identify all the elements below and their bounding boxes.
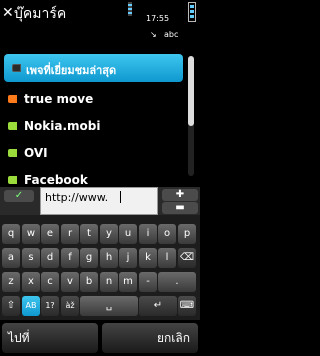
- key-s[interactable]: s: [22, 248, 40, 268]
- key-period[interactable]: .: [158, 272, 196, 292]
- input-mode-label: abc: [164, 30, 179, 39]
- ok-key[interactable]: ✓: [4, 190, 34, 202]
- key-v[interactable]: v: [61, 272, 79, 292]
- close-icon[interactable]: ✕: [2, 6, 14, 20]
- key-a[interactable]: a: [2, 248, 20, 268]
- key-h[interactable]: h: [100, 248, 118, 268]
- bookmark-icon: [8, 176, 17, 184]
- key-q[interactable]: q: [2, 224, 20, 244]
- virtual-keyboard: ✓ http://www. ✚ ▬ q w e r t y u i o p a …: [0, 187, 200, 320]
- url-field[interactable]: http://www.: [40, 187, 158, 215]
- enter-key[interactable]: ↵: [139, 296, 177, 316]
- list-item[interactable]: true move: [0, 85, 185, 113]
- key-o[interactable]: o: [158, 224, 176, 244]
- key-d[interactable]: d: [41, 248, 59, 268]
- bookmark-icon: [8, 122, 17, 130]
- go-to-button[interactable]: ไปที่: [2, 323, 98, 353]
- title-bar: ✕ บุ๊คมาร์ค 17:55 ↘ abc: [0, 0, 200, 44]
- key-k[interactable]: k: [139, 248, 157, 268]
- battery-icon: [188, 2, 196, 22]
- key-y[interactable]: y: [100, 224, 118, 244]
- key-n[interactable]: n: [100, 272, 118, 292]
- list-item-label: เพจที่เยี่ยมชมล่าสุด: [26, 64, 117, 77]
- list-item-label: OVI: [24, 146, 48, 160]
- scroll-thumb[interactable]: [188, 56, 194, 126]
- page-title: บุ๊คมาร์ค: [14, 6, 67, 22]
- key-b[interactable]: b: [80, 272, 98, 292]
- key-row-3: z x c v b n m - .: [2, 272, 198, 294]
- key-x[interactable]: x: [22, 272, 40, 292]
- plus-key[interactable]: ✚: [162, 189, 198, 201]
- input-row: ✓ http://www. ✚ ▬: [0, 187, 200, 215]
- key-l[interactable]: l: [158, 248, 176, 268]
- key-g[interactable]: g: [80, 248, 98, 268]
- key-row-4: ⇧ AB 1? àž ␣ ↵ ⌨: [2, 296, 198, 318]
- key-i[interactable]: i: [139, 224, 157, 244]
- scrollbar[interactable]: [188, 56, 194, 176]
- keyboard-toggle-key[interactable]: ⌨: [178, 296, 196, 316]
- key-f[interactable]: f: [61, 248, 79, 268]
- space-key[interactable]: ␣: [80, 296, 138, 316]
- key-r[interactable]: r: [61, 224, 79, 244]
- list-item-label: Facebook: [24, 173, 88, 187]
- url-text: http://www.: [45, 191, 109, 204]
- list-item[interactable]: OVI: [0, 139, 185, 167]
- backspace-key[interactable]: ⌫: [178, 248, 196, 268]
- key-z[interactable]: z: [2, 272, 20, 292]
- key-j[interactable]: j: [119, 248, 137, 268]
- list-item[interactable]: Facebook: [0, 166, 185, 187]
- key-m[interactable]: m: [119, 272, 137, 292]
- key-dash[interactable]: -: [139, 272, 157, 292]
- cancel-button[interactable]: ยกเลิก: [102, 323, 198, 353]
- list-item[interactable]: Nokia.mobi: [0, 112, 185, 140]
- signal-strength-icon: [128, 2, 132, 16]
- clock-time: 17:55: [146, 14, 170, 23]
- key-w[interactable]: w: [22, 224, 40, 244]
- key-p[interactable]: p: [178, 224, 196, 244]
- list-item-label: Nokia.mobi: [24, 119, 101, 133]
- bookmark-list: เพจที่เยี่ยมชมล่าสุด true move Nokia.mob…: [0, 54, 185, 187]
- accents-key[interactable]: àž: [61, 296, 79, 316]
- case-mode-key[interactable]: AB: [22, 296, 40, 316]
- key-c[interactable]: c: [41, 272, 59, 292]
- numbers-key[interactable]: 1?: [41, 296, 59, 316]
- input-indicator-icon: ↘: [150, 30, 157, 39]
- minus-key[interactable]: ▬: [162, 202, 198, 214]
- bookmark-icon: [8, 149, 17, 157]
- text-cursor: [120, 191, 121, 203]
- history-icon: [12, 64, 21, 72]
- list-item-label: true move: [24, 92, 94, 106]
- softkey-bar: ไปที่ ยกเลิก: [0, 320, 200, 356]
- key-t[interactable]: t: [80, 224, 98, 244]
- key-e[interactable]: e: [41, 224, 59, 244]
- shift-key[interactable]: ⇧: [2, 296, 20, 316]
- list-item[interactable]: เพจที่เยี่ยมชมล่าสุด: [4, 54, 183, 82]
- key-row-1: q w e r t y u i o p: [2, 224, 198, 246]
- key-row-2: a s d f g h j k l ⌫: [2, 248, 198, 270]
- key-u[interactable]: u: [119, 224, 137, 244]
- bookmark-icon: [8, 95, 17, 103]
